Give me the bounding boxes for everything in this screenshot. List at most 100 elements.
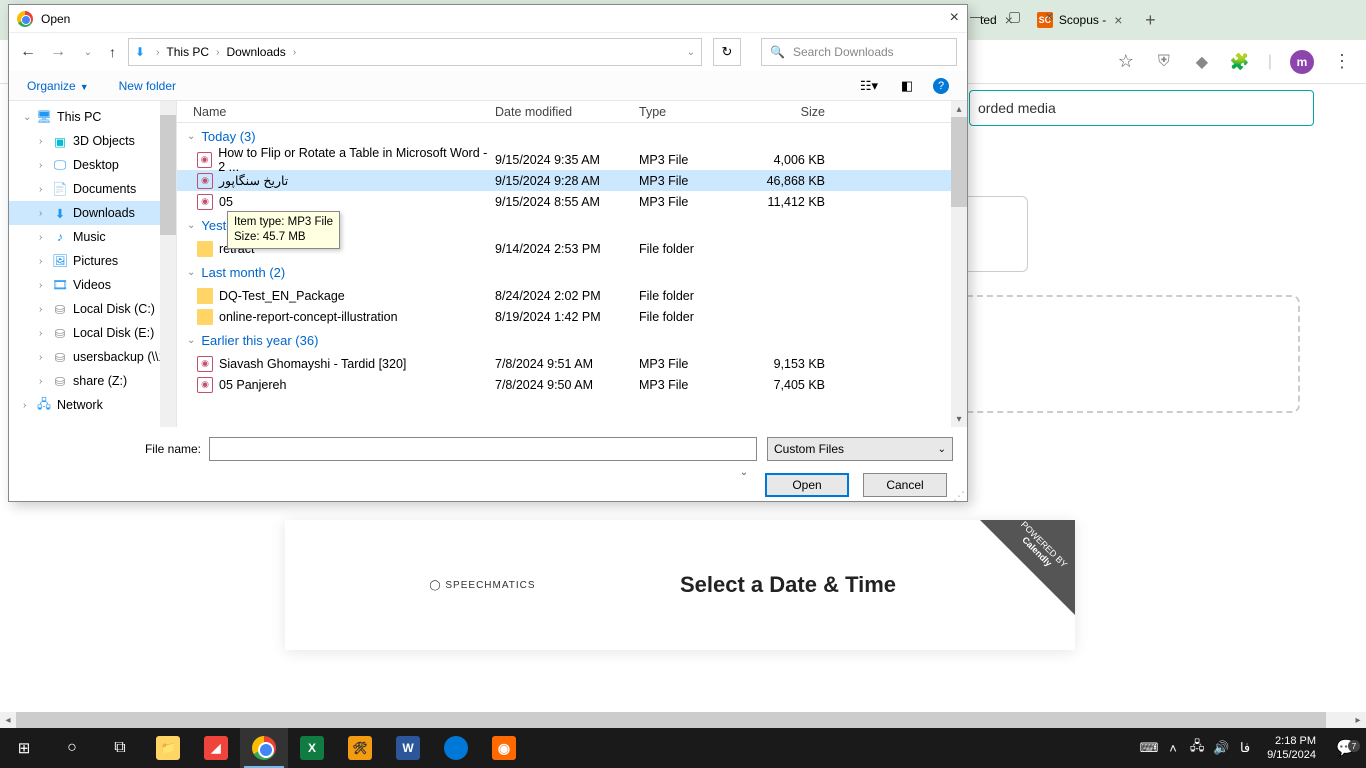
menu-icon[interactable]: ⋮	[1332, 52, 1352, 72]
scroll-left-icon[interactable]: ◂	[0, 712, 16, 728]
file-row[interactable]: ◉How to Flip or Rotate a Table in Micros…	[177, 149, 967, 170]
tree-item[interactable]: ›⛁Local Disk (C:)	[9, 297, 176, 321]
breadcrumb-item[interactable]: Downloads	[226, 45, 285, 59]
addr-dropdown-icon[interactable]: ⌄	[687, 47, 695, 58]
notifications-button[interactable]: 💬7	[1326, 738, 1366, 758]
open-button[interactable]: Open	[765, 473, 849, 497]
dialog-titlebar[interactable]: Open ×	[9, 5, 967, 33]
expand-icon[interactable]: ›	[39, 304, 51, 315]
resize-grip[interactable]: ⋰	[953, 493, 965, 499]
expand-icon[interactable]: ›	[39, 136, 51, 147]
nav-forward-icon[interactable]: →	[49, 43, 67, 61]
expand-icon[interactable]: ›	[39, 160, 51, 171]
security-icon[interactable]: ◆	[1192, 52, 1212, 72]
filename-input[interactable]	[209, 437, 757, 461]
tree-item[interactable]: ⌄🖥This PC	[9, 105, 176, 129]
bookmark-star-icon[interactable]: ☆	[1116, 52, 1136, 72]
close-button[interactable]: ×	[950, 9, 959, 27]
tray-volume-icon[interactable]: 🔊	[1209, 740, 1233, 756]
expand-icon[interactable]: ›	[39, 256, 51, 267]
search-button[interactable]: ○	[48, 728, 96, 768]
task-view-button[interactable]: ⧉	[96, 728, 144, 768]
taskbar-app-chrome[interactable]	[240, 728, 288, 768]
taskbar-app-explorer[interactable]: 📁	[144, 728, 192, 768]
taskbar-app-edge[interactable]	[432, 728, 480, 768]
column-date[interactable]: Date modified	[495, 105, 639, 119]
tray-language[interactable]: فا	[1233, 740, 1257, 756]
minimize-icon[interactable]: —	[970, 8, 984, 25]
maximize-icon[interactable]: ▢	[1008, 8, 1021, 25]
expand-icon[interactable]: ⌄	[23, 112, 35, 123]
calendly-widget[interactable]: ◯ SPEECHMATICS Select a Date & Time POWE…	[285, 520, 1075, 650]
preview-pane-button[interactable]: ◧	[895, 76, 919, 96]
expand-icon[interactable]: ›	[39, 328, 51, 339]
tree-item[interactable]: ›🖵Desktop	[9, 153, 176, 177]
tree-item[interactable]: ›🖼Pictures	[9, 249, 176, 273]
tree-item[interactable]: ›⬇Downloads	[9, 201, 176, 225]
nav-up-icon[interactable]: ↑	[109, 44, 116, 60]
column-type[interactable]: Type	[639, 105, 755, 119]
tree-item[interactable]: ›⛁share (Z:)	[9, 369, 176, 393]
file-row[interactable]: ◉059/15/2024 8:55 AMMP3 File11,412 KB	[177, 191, 967, 212]
scroll-thumb[interactable]	[951, 117, 967, 207]
close-icon[interactable]: ×	[1045, 8, 1053, 25]
list-scrollbar[interactable]: ▴ ▾	[951, 101, 967, 427]
tree-scrollbar[interactable]	[160, 101, 176, 427]
scroll-down-icon[interactable]: ▾	[951, 411, 967, 427]
tree-item[interactable]: ›▣3D Objects	[9, 129, 176, 153]
extensions-icon[interactable]: 🧩	[1230, 52, 1250, 72]
file-row[interactable]: DQ-Test_EN_Package8/24/2024 2:02 PMFile …	[177, 285, 967, 306]
expand-icon[interactable]: ›	[39, 208, 51, 219]
taskbar-app-word[interactable]: W	[384, 728, 432, 768]
tray-up-icon[interactable]: ˄	[1161, 741, 1185, 756]
column-name[interactable]: Name	[177, 105, 495, 119]
tree-item[interactable]: ›🎞Videos	[9, 273, 176, 297]
expand-icon[interactable]: ›	[39, 376, 51, 387]
group-header[interactable]: ⌄Earlier this year (36)	[177, 327, 967, 353]
tray-clock[interactable]: 2:18 PM 9/15/2024	[1257, 734, 1326, 762]
new-folder-button[interactable]: New folder	[119, 79, 176, 93]
cancel-button[interactable]: Cancel	[863, 473, 947, 497]
tree-item[interactable]: ›📄Documents	[9, 177, 176, 201]
expand-icon[interactable]: ›	[39, 232, 51, 243]
expand-icon[interactable]: ›	[39, 280, 51, 291]
file-row[interactable]: ◉Siavash Ghomayshi - Tardid [320]7/8/202…	[177, 353, 967, 374]
tray-keyboard-icon[interactable]: ⌨	[1137, 740, 1161, 756]
close-tab-icon[interactable]: ×	[1114, 12, 1122, 28]
search-input[interactable]: 🔍 Search Downloads	[761, 38, 957, 66]
file-row[interactable]: ◉05 Panjereh7/8/2024 9:50 AMMP3 File7,40…	[177, 374, 967, 395]
taskbar-app-anydesk[interactable]: ◢	[192, 728, 240, 768]
refresh-button[interactable]: ↻	[713, 38, 741, 66]
page-horizontal-scrollbar[interactable]: ◂ ▸	[0, 712, 1366, 728]
taskbar-app-tools[interactable]: 🛠	[336, 728, 384, 768]
scroll-thumb[interactable]	[160, 115, 176, 235]
view-mode-button[interactable]: ☷▾	[857, 76, 881, 96]
group-header[interactable]: ⌄Last month (2)	[177, 259, 967, 285]
tree-item[interactable]: ›⛁usersbackup (\\1	[9, 345, 176, 369]
tree-item[interactable]: ›🖧Network	[9, 393, 176, 417]
nav-back-icon[interactable]: ←	[19, 43, 37, 61]
scroll-thumb[interactable]	[16, 712, 1326, 728]
address-bar[interactable]: ⬇ › This PC › Downloads › ⌄	[128, 38, 702, 66]
tree-item[interactable]: ›♪Music	[9, 225, 176, 249]
tree-item[interactable]: ›⛁Local Disk (E:)	[9, 321, 176, 345]
start-button[interactable]: ⊞	[0, 728, 48, 768]
profile-avatar[interactable]: m	[1290, 50, 1314, 74]
new-tab-button[interactable]: +	[1136, 4, 1164, 36]
recorded-media-box[interactable]: orded media	[969, 90, 1314, 126]
expand-icon[interactable]: ›	[39, 352, 51, 363]
help-button[interactable]: ?	[933, 78, 949, 94]
expand-icon[interactable]: ›	[23, 400, 35, 411]
folder-tree[interactable]: ⌄🖥This PC›▣3D Objects›🖵Desktop›📄Document…	[9, 101, 177, 427]
expand-icon[interactable]: ›	[39, 184, 51, 195]
breadcrumb-item[interactable]: This PC	[166, 45, 209, 59]
file-type-filter[interactable]: Custom Files⌄	[767, 437, 953, 461]
scroll-up-icon[interactable]: ▴	[951, 101, 967, 117]
scroll-right-icon[interactable]: ▸	[1350, 712, 1366, 728]
tray-network-icon[interactable]: 🖧	[1185, 737, 1209, 759]
organize-menu[interactable]: Organize▼	[27, 79, 89, 93]
taskbar-app-excel[interactable]: X	[288, 728, 336, 768]
nav-history-icon[interactable]: ⌄	[79, 47, 97, 58]
column-size[interactable]: Size	[755, 105, 833, 119]
taskbar-app-foxit[interactable]: ◉	[480, 728, 528, 768]
